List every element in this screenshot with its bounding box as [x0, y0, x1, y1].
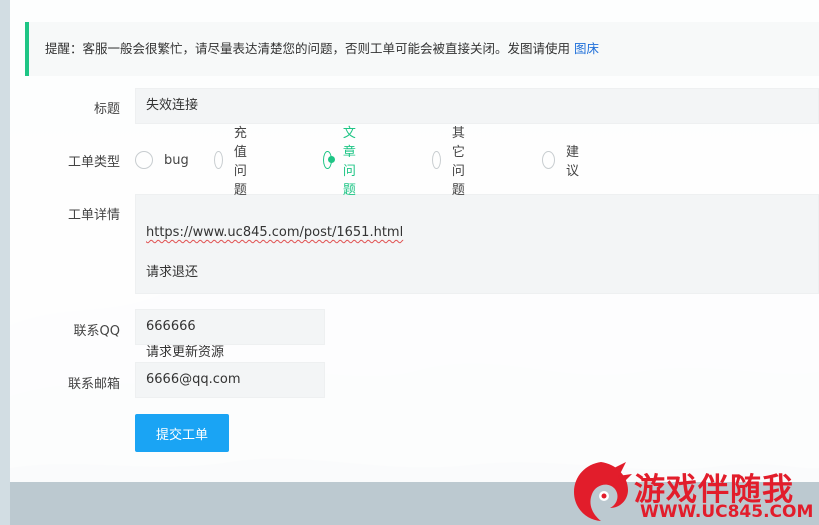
radio-circle-icon — [542, 151, 556, 169]
submit-ticket-button[interactable]: 提交工单 — [135, 414, 229, 452]
detail-line: https://www.uc845.com/post/1651.html — [146, 225, 404, 240]
detail-line: 请求退还 — [146, 265, 199, 280]
radio-bug[interactable]: bug — [135, 148, 189, 172]
radio-label: 建议 — [566, 145, 580, 179]
title-input[interactable]: 失效连接 — [135, 88, 819, 124]
notice-banner: 提醒：客服一般会很繁忙，请尽量表达清楚您的问题，否则工单可能会被直接关闭。发图请… — [25, 22, 819, 76]
email-input[interactable]: 6666@qq.com — [135, 362, 325, 398]
image-host-link[interactable]: 图床 — [574, 41, 599, 56]
radio-checked-icon — [323, 151, 335, 169]
radio-label: 充值问题 — [233, 126, 247, 198]
radio-circle-icon — [432, 151, 441, 169]
detail-textarea[interactable]: https://www.uc845.com/post/1651.html 请求退… — [135, 194, 819, 360]
radio-label: 文章问题 — [342, 126, 356, 198]
email-label: 联系邮箱 — [67, 377, 120, 392]
ticket-form-panel: 提醒：客服一般会很繁忙，请尽量表达清楚您的问题，否则工单可能会被直接关闭。发图请… — [10, 0, 819, 482]
radio-label: 其它问题 — [451, 126, 465, 198]
detail-line: 请求更新资源 — [146, 345, 225, 360]
radio-circle-icon — [214, 151, 223, 169]
type-label: 工单类型 — [67, 155, 120, 170]
title-label: 标题 — [93, 102, 120, 117]
qq-input[interactable]: 666666 — [135, 309, 325, 345]
radio-circle-icon — [135, 151, 153, 169]
radio-other[interactable]: 其它问题 — [432, 126, 474, 198]
radio-label: bug — [164, 152, 189, 168]
dragon-logo-icon — [574, 462, 632, 521]
watermark-url: WWW.UC845.COM — [640, 502, 814, 522]
radio-recharge[interactable]: 充值问题 — [214, 126, 256, 198]
notice-text: 提醒：客服一般会很繁忙，请尽量表达清楚您的问题，否则工单可能会被直接关闭。发图请… — [45, 41, 574, 56]
site-watermark: 游戏伴随我 WWW.UC845.COM — [568, 458, 819, 525]
detail-label: 工单详情 — [67, 208, 120, 223]
radio-suggestion[interactable]: 建议 — [542, 145, 584, 179]
qq-label: 联系QQ — [73, 324, 120, 339]
radio-article[interactable]: 文章问题 — [323, 126, 365, 198]
